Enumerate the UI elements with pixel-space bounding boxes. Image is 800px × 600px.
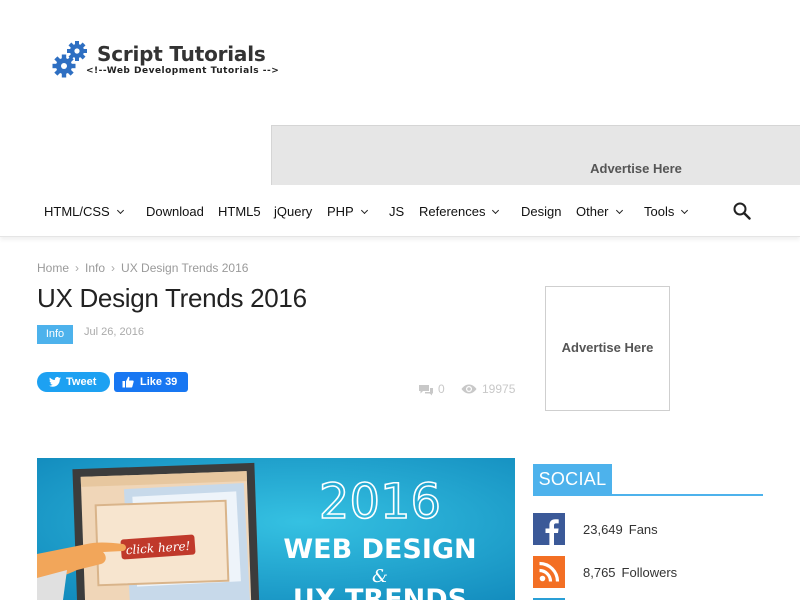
facebook-count: 23,649 xyxy=(583,522,623,537)
social-heading-label: SOCIAL xyxy=(533,464,612,494)
chevron-down-icon xyxy=(681,206,689,215)
top-ad-label: Advertise Here xyxy=(590,161,682,176)
nav-item-label: HTML/CSS xyxy=(44,204,110,219)
like-label: Like 39 xyxy=(140,376,178,388)
featured-image[interactable]: click here! 2016 WEB DESIGN & UX TRENDS xyxy=(37,458,515,600)
facebook-icon xyxy=(533,513,565,545)
chevron-down-icon xyxy=(360,206,368,215)
thumbs-up-icon xyxy=(122,376,134,388)
view-count-value: 19975 xyxy=(482,382,516,396)
page-title: UX Design Trends 2016 xyxy=(37,283,307,313)
nav-item-label: JS xyxy=(389,204,405,219)
chevron-down-icon xyxy=(116,206,124,215)
nav-item-label: Other xyxy=(576,204,609,219)
tweet-label: Tweet xyxy=(66,376,97,388)
chevron-down-icon xyxy=(615,206,623,215)
chevron-down-icon xyxy=(492,206,500,215)
rss-icon xyxy=(533,556,565,588)
facebook-like-button[interactable]: Like 39 xyxy=(114,372,188,392)
category-badge[interactable]: Info xyxy=(37,325,73,344)
nav-item-label: HTML5 xyxy=(218,204,261,219)
nav-item-jquery[interactable]: jQuery xyxy=(274,204,312,219)
facebook-label: Fans xyxy=(628,522,658,537)
rss-label: Followers xyxy=(621,565,678,580)
nav-item-html5[interactable]: HTML5 xyxy=(218,204,261,219)
nav-item-label: PHP xyxy=(327,204,354,219)
twitter-icon xyxy=(49,377,61,387)
featured-illustration: click here! 2016 WEB DESIGN & UX TRENDS xyxy=(37,458,515,600)
rss-stats: 8,765 Followers xyxy=(583,565,677,580)
breadcrumb: Home › Info › UX Design Trends 2016 xyxy=(37,261,248,275)
site-title: Script Tutorials xyxy=(97,42,266,66)
nav-item-label: Download xyxy=(146,204,204,219)
nav-item-html-css[interactable]: HTML/CSS xyxy=(44,204,124,219)
facebook-stats: 23,649 Fans xyxy=(583,522,658,537)
nav-item-references[interactable]: References xyxy=(419,204,500,219)
breadcrumb-current: UX Design Trends 2016 xyxy=(121,261,249,275)
comment-count-value: 0 xyxy=(438,382,445,396)
rss-count: 8,765 xyxy=(583,565,616,580)
site-tagline: <!--Web Development Tutorials --> xyxy=(86,66,280,76)
nav-item-label: Tools xyxy=(644,204,675,219)
top-ad-banner[interactable]: Advertise Here xyxy=(271,125,800,185)
nav-item-js[interactable]: JS xyxy=(389,204,404,219)
site-logo[interactable]: Script Tutorials <!--Web Development Tut… xyxy=(52,40,282,85)
featured-line2: UX TRENDS xyxy=(293,584,467,600)
comments-icon xyxy=(419,385,433,396)
social-facebook[interactable]: 23,649 Fans xyxy=(533,513,763,545)
featured-line1: WEB DESIGN xyxy=(283,534,476,565)
social-rss[interactable]: 8,765 Followers xyxy=(533,556,763,588)
featured-year: 2016 xyxy=(319,474,441,530)
chevron-right-icon: › xyxy=(111,261,116,275)
nav-item-tools[interactable]: Tools xyxy=(644,204,689,219)
main-nav: HTML/CSS Download HTML5 jQuery PHP JS Re… xyxy=(0,185,800,237)
nav-item-label: jQuery xyxy=(274,204,313,219)
sidebar-ad[interactable]: Advertise Here xyxy=(545,286,670,411)
nav-item-label: Design xyxy=(521,204,562,219)
tweet-button[interactable]: Tweet xyxy=(37,372,110,392)
nav-item-php[interactable]: PHP xyxy=(327,204,368,219)
search-icon[interactable] xyxy=(733,202,751,220)
breadcrumb-info[interactable]: Info xyxy=(85,261,105,275)
social-widget-heading: SOCIAL xyxy=(533,464,763,496)
chevron-right-icon: › xyxy=(75,261,80,275)
breadcrumb-home[interactable]: Home xyxy=(37,261,69,275)
nav-item-design[interactable]: Design xyxy=(521,204,561,219)
post-date: Jul 26, 2016 xyxy=(84,326,144,338)
nav-item-other[interactable]: Other xyxy=(576,204,623,219)
nav-item-label: References xyxy=(419,204,486,219)
nav-item-download[interactable]: Download xyxy=(146,204,204,219)
eye-icon xyxy=(461,384,477,394)
sidebar-ad-label: Advertise Here xyxy=(561,340,654,355)
